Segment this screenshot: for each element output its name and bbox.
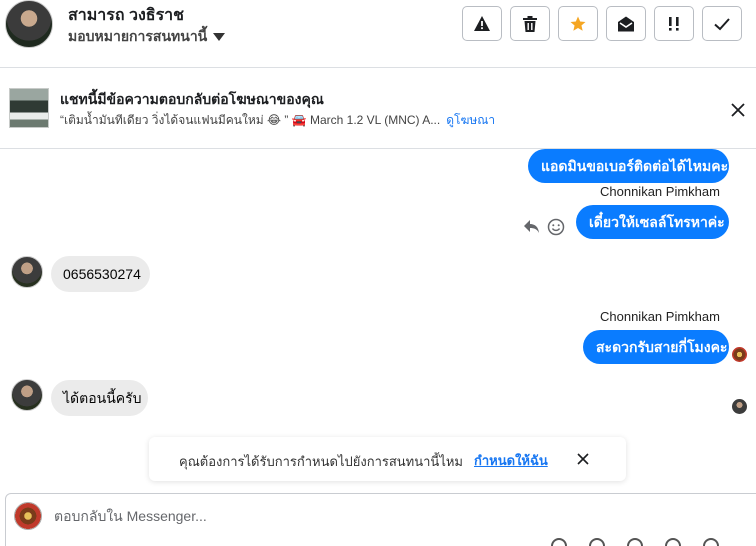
assign-conversation-dropdown[interactable]: มอบหมายการสนทนานี้ <box>68 26 226 48</box>
ad-thumbnail[interactable] <box>9 88 49 128</box>
delete-button[interactable] <box>510 6 550 41</box>
dismiss-suggestion-button[interactable] <box>573 449 593 469</box>
reply-composer <box>5 493 756 546</box>
contact-avatar-small[interactable] <box>11 379 43 411</box>
close-icon <box>577 453 589 465</box>
suggestion-text: คุณต้องการได้รับการกำหนดไปยังการสนทนานี้… <box>179 454 463 469</box>
check-icon <box>714 17 730 30</box>
assign-to-me-link[interactable]: กำหนดให้ฉัน <box>474 450 548 471</box>
seen-avatar-indicator <box>732 399 747 414</box>
envelope-open-icon <box>618 16 634 31</box>
mark-spam-button[interactable] <box>462 6 502 41</box>
image-icon[interactable] <box>589 538 605 546</box>
ad-quote: “เติมน้ำมันทีเดียว วิ่งได้จนแฟนมีคนใหม่ … <box>60 113 441 127</box>
assign-label: มอบหมายการสนทนานี้ <box>68 28 208 44</box>
saved-reply-icon[interactable] <box>703 538 719 546</box>
warning-icon <box>474 15 490 31</box>
gif-icon[interactable] <box>665 538 681 546</box>
outgoing-message[interactable]: สะดวกรับสายกี่โมงคะ <box>583 330 729 364</box>
view-ad-link[interactable]: ดูโฆษณา <box>446 111 495 130</box>
react-button[interactable] <box>547 218 565 241</box>
star-icon <box>570 16 586 31</box>
reply-icon <box>524 220 539 233</box>
star-button[interactable] <box>558 6 598 41</box>
contact-name[interactable]: สามารถ วงธิราช <box>68 3 184 28</box>
close-banner-button[interactable] <box>725 97 751 123</box>
trash-icon <box>523 15 537 32</box>
incoming-message[interactable]: 0656530274 <box>51 256 150 292</box>
assign-suggestion-toast: คุณต้องการได้รับการกำหนดไปยังการสนทนานี้… <box>149 437 626 481</box>
reply-button[interactable] <box>523 219 540 239</box>
composer-toolbar <box>551 538 719 546</box>
follow-up-button[interactable] <box>654 6 694 41</box>
emoji-icon[interactable] <box>627 538 643 546</box>
reply-input[interactable] <box>54 508 654 524</box>
contact-avatar-small[interactable] <box>11 256 43 288</box>
conversation-header: สามารถ วงธิราช มอบหมายการสนทนานี้ <box>0 0 756 68</box>
contact-avatar[interactable] <box>5 0 53 48</box>
outgoing-message[interactable]: เดี๋ยวให้เซลล์โทรหาค่ะ <box>576 205 729 239</box>
sender-name: Chonnikan Pimkham <box>600 309 720 324</box>
ad-banner-title: แชทนี้มีข้อความตอบกลับต่อโฆษณาของคุณ <box>60 91 324 107</box>
mark-done-button[interactable] <box>702 6 742 41</box>
sender-name: Chonnikan Pimkham <box>600 184 720 199</box>
ad-banner-subtitle: “เติมน้ำมันทีเดียว วิ่งได้จนแฟนมีคนใหม่ … <box>60 111 495 130</box>
seen-avatar-indicator <box>732 347 747 362</box>
incoming-message[interactable]: ได้ตอนนี้ครับ <box>51 380 148 416</box>
caret-down-icon <box>213 33 226 41</box>
outgoing-message[interactable]: แอดมินขอเบอร์ติดต่อได้ไหมคะ <box>528 149 729 183</box>
ad-reply-banner: แชทนี้มีข้อความตอบกลับต่อโฆษณาของคุณ “เต… <box>0 69 756 149</box>
page-avatar <box>14 502 42 530</box>
close-icon <box>731 103 745 117</box>
mark-unread-button[interactable] <box>606 6 646 41</box>
attachment-icon[interactable] <box>551 538 567 546</box>
smiley-icon <box>547 218 565 236</box>
double-exclamation-icon <box>669 16 679 31</box>
